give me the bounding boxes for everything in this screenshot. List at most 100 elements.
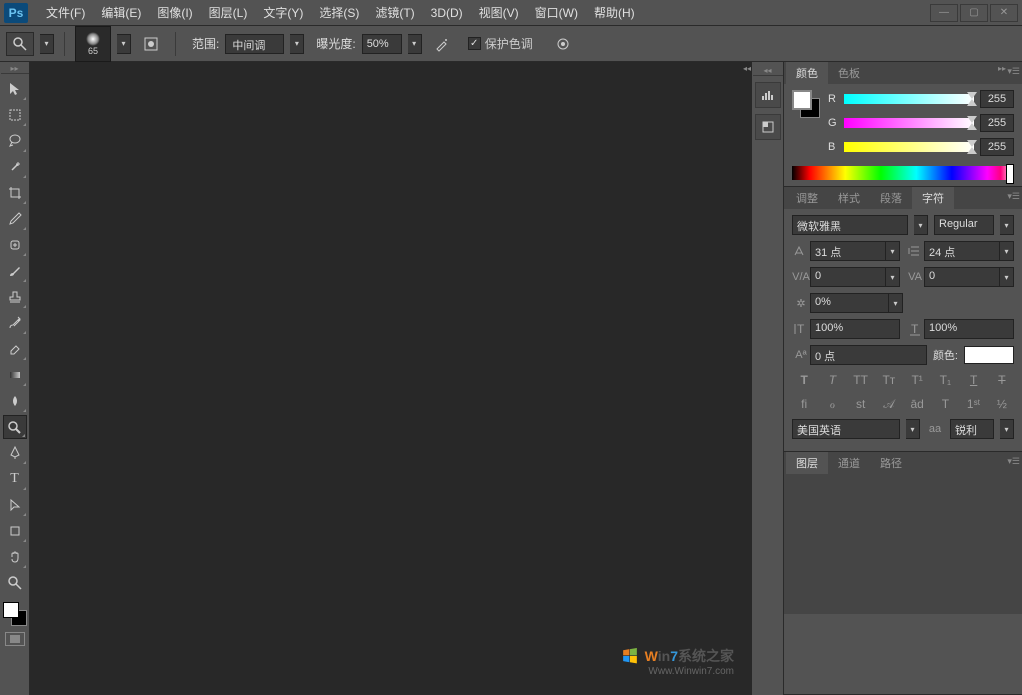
menu-select[interactable]: 选择(S) — [311, 0, 367, 25]
foreground-color-swatch[interactable] — [3, 602, 19, 618]
menu-3d[interactable]: 3D(D) — [423, 2, 471, 24]
tab-character[interactable]: 字符 — [912, 187, 954, 209]
hand-tool[interactable] — [3, 545, 27, 569]
brush-preview[interactable]: 65 — [75, 26, 111, 62]
zoom-tool[interactable] — [3, 571, 27, 595]
brush-tool[interactable] — [3, 259, 27, 283]
menu-file[interactable]: 文件(F) — [38, 0, 93, 25]
lasso-tool[interactable] — [3, 129, 27, 153]
tool-preset-dropdown[interactable]: ▾ — [40, 34, 54, 54]
quick-mask-toggle[interactable] — [5, 632, 25, 646]
toolbox-collapse[interactable]: ▸▸ — [1, 64, 29, 74]
dodge-tool[interactable] — [3, 415, 27, 439]
ot-ligatures[interactable]: fi — [795, 395, 813, 413]
type-tool[interactable]: T — [3, 467, 27, 491]
tab-color[interactable]: 颜色 — [786, 62, 828, 84]
hscale-input[interactable]: 100% — [924, 319, 1014, 339]
foreground-background-colors[interactable] — [3, 602, 27, 626]
strikethrough[interactable]: T — [993, 371, 1011, 389]
font-family-select[interactable]: 微软雅黑 — [792, 215, 908, 235]
minimize-button[interactable]: — — [930, 4, 958, 22]
close-button[interactable]: ✕ — [990, 4, 1018, 22]
tab-swatches[interactable]: 色板 — [828, 62, 870, 84]
ot-contextual[interactable]: ℴ — [823, 395, 841, 413]
r-input[interactable] — [980, 90, 1014, 108]
ot-fractions[interactable]: ½ — [993, 395, 1011, 413]
canvas-area[interactable]: ◂◂ Win7系统之家 Www.Winwin7.com — [30, 62, 752, 695]
faux-italic[interactable]: T — [823, 371, 841, 389]
dock-collapse[interactable]: ◂◂ — [753, 66, 783, 76]
b-input[interactable] — [980, 138, 1014, 156]
menu-type[interactable]: 文字(Y) — [255, 0, 311, 25]
magic-wand-tool[interactable] — [3, 155, 27, 179]
eraser-tool[interactable] — [3, 337, 27, 361]
tab-channels[interactable]: 通道 — [828, 452, 870, 474]
subscript[interactable]: T₁ — [936, 371, 954, 389]
pressure-icon[interactable] — [549, 32, 577, 56]
small-caps[interactable]: Tт — [880, 371, 898, 389]
char-panel-menu-icon[interactable]: ▾☰ — [1007, 191, 1020, 202]
kerning-dropdown[interactable]: ▾ — [886, 267, 900, 287]
antialias-select[interactable]: 锐利 — [950, 419, 994, 439]
layers-body[interactable] — [784, 474, 1022, 614]
underline[interactable]: T — [965, 371, 983, 389]
scale-input[interactable]: 0% — [810, 293, 889, 313]
antialias-dropdown[interactable]: ▾ — [1000, 419, 1014, 439]
shape-tool[interactable] — [3, 519, 27, 543]
g-input[interactable] — [980, 114, 1014, 132]
pen-tool[interactable] — [3, 441, 27, 465]
tab-paragraph[interactable]: 段落 — [870, 187, 912, 209]
ot-ordinals[interactable]: 1ˢᵗ — [965, 395, 983, 413]
ot-discretionary[interactable]: st — [852, 395, 870, 413]
menu-view[interactable]: 视图(V) — [471, 0, 527, 25]
eyedropper-tool[interactable] — [3, 207, 27, 231]
baseline-input[interactable]: 0 点 — [810, 345, 927, 365]
menu-window[interactable]: 窗口(W) — [527, 0, 586, 25]
tab-paths[interactable]: 路径 — [870, 452, 912, 474]
move-tool[interactable] — [3, 77, 27, 101]
leading-dropdown[interactable]: ▾ — [1000, 241, 1014, 261]
tab-styles[interactable]: 样式 — [828, 187, 870, 209]
tab-layers[interactable]: 图层 — [786, 452, 828, 474]
color-collapse-icon[interactable]: ▸▸ — [998, 64, 1006, 73]
history-brush-tool[interactable] — [3, 311, 27, 335]
brush-panel-icon[interactable] — [137, 32, 165, 56]
brush-dropdown[interactable]: ▾ — [117, 34, 131, 54]
text-color-picker[interactable] — [964, 346, 1014, 364]
menu-filter[interactable]: 滤镜(T) — [367, 0, 422, 25]
ot-stylistic[interactable]: ād — [908, 395, 926, 413]
tracking-input[interactable]: 0 — [924, 267, 1000, 287]
menu-help[interactable]: 帮助(H) — [586, 0, 643, 25]
color-fg-swatch[interactable] — [792, 90, 812, 110]
range-dropdown[interactable]: ▾ — [290, 34, 304, 54]
tab-adjustments[interactable]: 调整 — [786, 187, 828, 209]
airbrush-icon[interactable] — [428, 32, 456, 56]
g-slider[interactable] — [844, 118, 974, 128]
menu-image[interactable]: 图像(I) — [149, 0, 200, 25]
stamp-tool[interactable] — [3, 285, 27, 309]
color-spectrum[interactable] — [792, 166, 1014, 180]
faux-bold[interactable]: T — [795, 371, 813, 389]
protect-tones-checkbox[interactable]: ✓ — [468, 37, 481, 50]
b-slider[interactable] — [844, 142, 974, 152]
vscale-input[interactable]: 100% — [810, 319, 900, 339]
font-size-input[interactable]: 31 点 — [810, 241, 886, 261]
info-dock-icon[interactable] — [755, 114, 781, 140]
exposure-dropdown[interactable]: ▾ — [408, 34, 422, 54]
blur-tool[interactable] — [3, 389, 27, 413]
crop-tool[interactable] — [3, 181, 27, 205]
maximize-button[interactable]: ▢ — [960, 4, 988, 22]
font-style-select[interactable]: Regular — [934, 215, 994, 235]
healing-tool[interactable] — [3, 233, 27, 257]
marquee-tool[interactable] — [3, 103, 27, 127]
superscript[interactable]: T¹ — [908, 371, 926, 389]
ot-swash[interactable]: 𝒜 — [880, 395, 898, 413]
kerning-input[interactable]: 0 — [810, 267, 886, 287]
color-panel-menu-icon[interactable]: ▾☰ — [1007, 66, 1020, 77]
language-dropdown[interactable]: ▾ — [906, 419, 920, 439]
tracking-dropdown[interactable]: ▾ — [1000, 267, 1014, 287]
menu-layer[interactable]: 图层(L) — [201, 0, 256, 25]
ot-titling[interactable]: T — [936, 395, 954, 413]
layers-panel-menu-icon[interactable]: ▾☰ — [1007, 456, 1020, 467]
canvas-collapse-icon[interactable]: ◂◂ — [742, 62, 752, 74]
